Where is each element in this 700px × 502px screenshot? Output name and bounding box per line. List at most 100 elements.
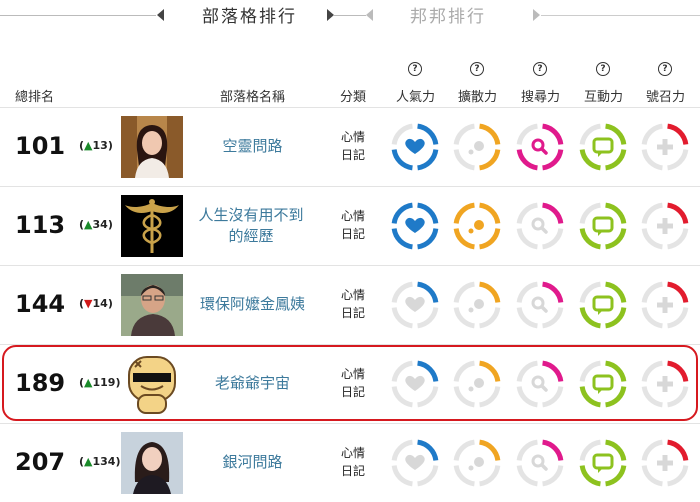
spread-gauge-icon[interactable] [452,122,502,172]
blog-name-link[interactable]: 人生沒有用不到的經歷 [195,205,307,247]
category-line: 日記 [340,464,365,478]
spread-gauge-icon[interactable] [452,438,502,488]
gauge-segment [605,439,627,461]
gauge-segment [453,123,475,145]
ranking-row: 144 (▼14) 環保阿嬤金鳳姨 心情 日記 [0,265,700,344]
blog-name-link[interactable]: 環保阿嬤金鳳姨 [195,294,310,315]
gauge-segment [579,439,601,461]
summon-gauge-icon[interactable] [640,438,690,488]
gauge-segment [391,307,413,329]
tab-divider-line [334,15,366,16]
interaction-gauge-icon[interactable] [578,122,628,172]
gauge-segment [605,281,627,303]
blog-avatar[interactable] [121,274,183,336]
tab-divider-line [0,15,156,16]
rank-number: 113 [15,211,66,239]
rank-number: 101 [15,132,66,160]
interaction-gauge-icon[interactable] [578,201,628,251]
category-line: 心情 [340,209,365,223]
header-blog-name: 部落格名稱 [220,90,286,105]
category-line: 心情 [340,288,365,302]
interaction-gauge-icon[interactable] [578,280,628,330]
category-label: 心情 日記 [333,286,373,322]
spread-help-icon[interactable]: ? [470,62,484,76]
gauge-segment [479,307,501,329]
rank-change: (▲34) [79,218,113,231]
rank-up-arrow-icon: ▲ [84,455,93,468]
summon-help-icon[interactable]: ? [658,62,672,76]
search-gauge-icon[interactable] [515,201,565,251]
header-category: 分類 [340,90,367,105]
search-gauge-icon[interactable] [515,280,565,330]
rank-change-value: 34 [92,218,108,231]
category-line: 心情 [340,446,365,460]
rank-up-arrow-icon: ▲ [84,139,93,152]
popularity-help-icon[interactable]: ? [408,62,422,76]
gauge-segment [667,439,689,461]
gauge-segment [479,465,501,487]
gauge-segment [542,281,564,303]
rank-change-value: 14 [92,297,108,310]
gauge-segment [391,465,413,487]
gauge-segment [516,307,538,329]
spread-gauge-icon[interactable] [452,201,502,251]
header-popularity: 人氣力 [396,90,436,105]
rank-up-arrow-icon: ▲ [84,218,93,231]
header-interaction: 互動力 [584,90,624,105]
summon-gauge-icon[interactable] [640,201,690,251]
gauge-segment [417,228,439,250]
blog-name-link[interactable]: 銀河問路 [195,452,310,473]
popularity-gauge-icon[interactable] [390,280,440,330]
gauge-segment [453,281,475,303]
gauge-segment [516,228,538,250]
blog-name-link[interactable]: 空靈問路 [195,136,310,157]
gauge-segment [579,123,601,145]
blog-avatar[interactable] [121,195,183,257]
category-label: 心情 日記 [333,128,373,164]
gauge-segment [667,281,689,303]
gauge-segment [479,439,501,461]
search-gauge-icon[interactable] [515,122,565,172]
header-search: 搜尋力 [521,90,561,105]
table-header: 總排名 部落格名稱 分類 ? 人氣力? 擴散力? 搜尋力? 互動力? 號召力 [0,62,700,108]
gauge-segment [641,228,663,250]
summon-gauge-icon[interactable] [640,122,690,172]
blog-avatar[interactable] [121,116,183,178]
gauge-segment [667,228,689,250]
gauge-segment [579,202,601,224]
popularity-gauge-icon[interactable] [390,201,440,251]
gauge-segment [516,465,538,487]
summon-gauge-icon[interactable] [640,280,690,330]
tab-blog-ranking[interactable]: 部落格排行 [202,2,297,27]
header-rank: 總排名 [15,90,55,105]
rank-number: 207 [15,448,66,476]
gauge-segment [417,307,439,329]
spread-gauge-icon[interactable] [452,280,502,330]
gauge-segment [516,149,538,171]
gauge-segment [542,439,564,461]
gauge-segment [579,281,601,303]
gauge-segment [667,202,689,224]
blog-avatar[interactable] [121,432,183,494]
popularity-gauge-icon[interactable] [390,122,440,172]
tab-bangbang-ranking[interactable]: 邦邦排行 [410,2,486,27]
gauge-segment [641,123,663,145]
gauge-segment [667,465,689,487]
gauge-segment [605,123,627,145]
tab-arrow-right-icon [533,9,540,21]
interaction-gauge-icon[interactable] [578,438,628,488]
category-line: 日記 [340,227,365,241]
tab-arrow-right-icon [327,9,334,21]
category-line: 日記 [340,148,365,162]
search-help-icon[interactable]: ? [533,62,547,76]
popularity-gauge-icon[interactable] [390,438,440,488]
tab-divider-line [541,15,700,16]
interaction-help-icon[interactable]: ? [596,62,610,76]
tab-arrow-left-icon [366,9,373,21]
gauge-segment [641,465,663,487]
rank-change: (▲134) [79,455,121,468]
gauge-segment [479,202,501,224]
search-gauge-icon[interactable] [515,438,565,488]
category-label: 心情 日記 [333,207,373,243]
rank-number: 144 [15,290,66,318]
